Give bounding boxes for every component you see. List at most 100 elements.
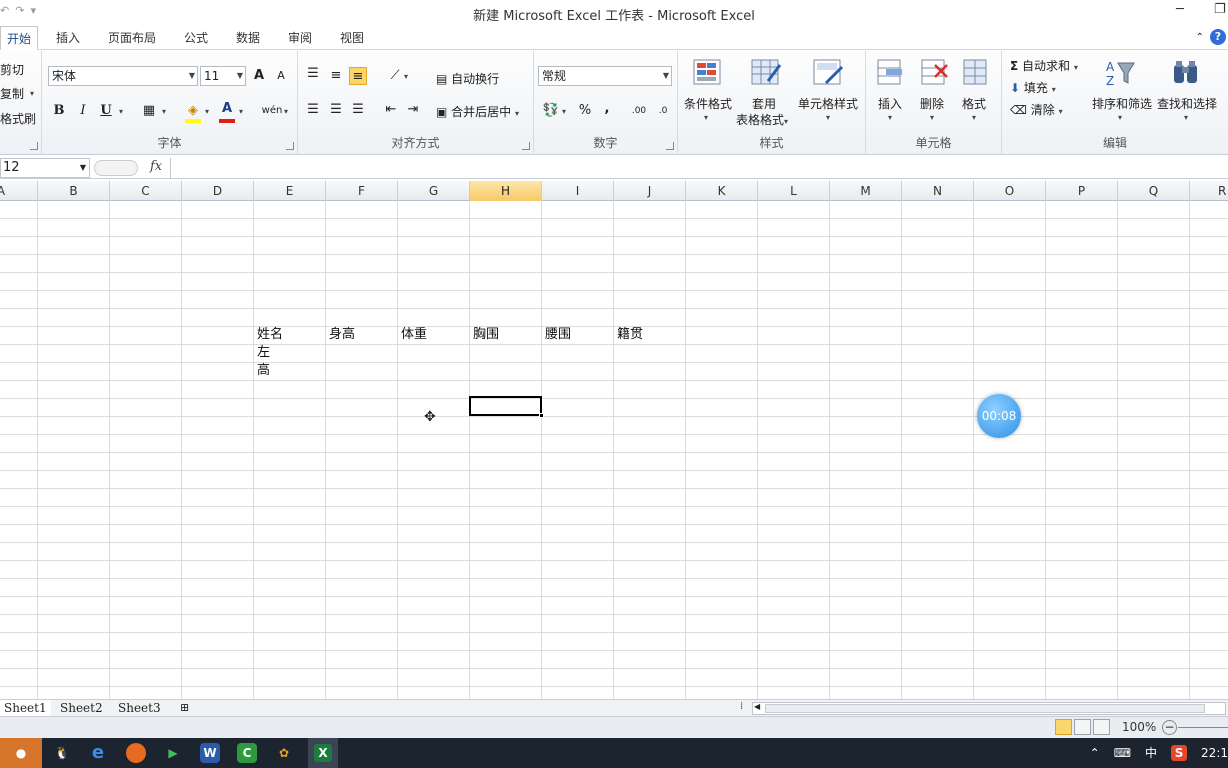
column-header-j[interactable]: J [614,181,686,201]
tab-data[interactable]: 数据 [230,26,266,50]
underline-dropdown-icon[interactable]: ▾ [119,107,123,116]
border-dropdown-icon[interactable]: ▾ [162,107,166,116]
cell-styles-dropdown-icon[interactable]: ▾ [826,113,830,122]
underline-button[interactable]: U [97,102,115,120]
horizontal-scrollbar[interactable]: ◀ [752,702,1226,715]
name-box[interactable]: 12 ▼ [0,158,90,178]
word-icon[interactable]: W [200,743,220,763]
format-as-table-line1[interactable]: 套用 [752,95,776,112]
column-header-i[interactable]: I [542,181,614,201]
show-hidden-icons[interactable]: ⌃ [1090,746,1100,760]
recording-timer[interactable]: 00:08 [977,394,1021,438]
align-center-icon[interactable]: ☰ [327,101,345,119]
decrease-decimal-button[interactable]: .0 [652,102,674,120]
cell-e-name-header[interactable]: 姓名 [257,326,283,344]
formula-input[interactable] [170,158,1228,178]
page-break-view-icon[interactable] [1093,719,1110,735]
excel-taskbar-button[interactable]: X [308,738,338,768]
cell-h-chest-header[interactable]: 胸围 [473,326,499,344]
minimize-button[interactable]: ─ [1176,2,1184,17]
tab-split-handle[interactable]: ⁞ [740,701,743,712]
clock[interactable]: 22:1 [1201,746,1228,760]
insert-cells-icon[interactable] [874,57,906,89]
font-color-dropdown-icon[interactable]: ▾ [239,107,243,116]
cell-g-weight-header[interactable]: 体重 [401,326,427,344]
cell-e-row-3[interactable]: 高 [257,362,270,380]
tab-view[interactable]: 视图 [334,26,370,50]
find-select-button[interactable]: 查找和选择 [1157,95,1217,112]
orientation-icon[interactable]: ⟋ [386,67,404,85]
insert-dropdown-icon[interactable]: ▾ [888,113,892,122]
number-launcher-icon[interactable] [666,142,674,150]
column-header-d[interactable]: D [182,181,254,201]
format-painter-button[interactable]: 格式刷 [0,110,36,127]
zoom-level[interactable]: 100% [1122,720,1156,734]
zoom-slider[interactable] [1178,727,1228,728]
cell-styles-icon[interactable] [812,57,844,89]
app-icon[interactable]: ✿ [274,743,294,763]
cell-styles-button[interactable]: 单元格样式 [798,95,858,112]
align-bottom-icon[interactable]: ≡ [349,67,367,85]
sogou-icon[interactable]: S [1171,744,1188,761]
sheet-tab-1[interactable]: Sheet1 [0,700,51,717]
column-header-p[interactable]: P [1046,181,1118,201]
sort-filter-button[interactable]: 排序和筛选 [1092,95,1152,112]
phonetic-icon[interactable]: wén [260,102,284,120]
page-layout-view-icon[interactable] [1074,719,1091,735]
copy-dropdown-icon[interactable]: ▾ [30,89,34,98]
fill-color-icon[interactable]: ◈ [184,102,202,120]
format-as-table-button[interactable]: 表格格式▾ [736,111,788,128]
column-header-e[interactable]: E [254,181,326,201]
edge-browser-icon[interactable]: e [88,743,108,763]
currency-icon[interactable]: 💱 [542,102,560,120]
font-size-combo[interactable]: 11 ▼ [200,66,246,86]
column-header-n[interactable]: N [902,181,974,201]
insert-function-button[interactable]: fx [150,159,162,174]
align-left-icon[interactable]: ☰ [304,101,322,119]
grow-font-button[interactable]: A [250,67,268,85]
sheet-tab-3[interactable]: Sheet3 [114,700,165,717]
restore-button[interactable]: ❐ [1214,2,1226,17]
insert-sheet-icon[interactable]: ⊞ [176,700,193,717]
delete-cells-icon[interactable] [918,57,950,89]
orientation-dropdown-icon[interactable]: ▾ [404,72,408,81]
decrease-indent-icon[interactable]: ⇤ [382,101,400,119]
cell-j-hometown-header[interactable]: 籍贯 [617,326,643,344]
sort-dropdown-icon[interactable]: ▾ [1118,113,1122,122]
percent-button[interactable]: % [576,102,594,120]
column-header-h[interactable]: H [470,181,542,201]
italic-button[interactable]: I [74,102,92,120]
merge-center-button[interactable]: ▣ 合并后居中 ▾ [436,103,519,120]
column-header-m[interactable]: M [830,181,902,201]
conditional-format-icon[interactable] [692,57,724,89]
align-top-icon[interactable]: ☰ [304,65,322,83]
cell-f-height-header[interactable]: 身高 [329,326,355,344]
clipboard-launcher-icon[interactable] [30,142,38,150]
bold-button[interactable]: B [50,102,68,120]
player-icon[interactable]: ▶ [163,743,183,763]
column-header-f[interactable]: F [326,181,398,201]
increase-indent-icon[interactable]: ⇥ [404,101,422,119]
column-header-c[interactable]: C [110,181,182,201]
delete-cells-button[interactable]: 删除 [920,95,944,112]
tab-insert[interactable]: 插入 [50,26,86,50]
qq-icon[interactable]: 🐧 [52,743,72,763]
worksheet-grid[interactable]: 姓名 身高 体重 胸围 腰围 籍贯 左 高 ✥ 00:08 [0,201,1228,699]
copy-button[interactable]: 复制 [0,85,24,102]
format-cells-button[interactable]: 格式 [962,95,986,112]
keyboard-icon[interactable]: ⌨ [1114,746,1131,760]
conditional-dropdown-icon[interactable]: ▾ [704,113,708,122]
formula-bar-resize-handle[interactable] [94,160,138,176]
cut-button[interactable]: 剪切 [0,61,24,78]
sort-filter-icon[interactable]: AZ [1104,57,1136,89]
column-header-l[interactable]: L [758,181,830,201]
active-cell-selection[interactable] [469,396,544,418]
column-header-b[interactable]: B [38,181,110,201]
increase-decimal-button[interactable]: .00 [628,102,650,120]
help-icon[interactable]: ? [1210,29,1226,45]
column-header-q[interactable]: Q [1118,181,1190,201]
format-cells-icon[interactable] [960,57,992,89]
tab-page-layout[interactable]: 页面布局 [102,26,162,50]
tab-formulas[interactable]: 公式 [178,26,214,50]
column-header-k[interactable]: K [686,181,758,201]
